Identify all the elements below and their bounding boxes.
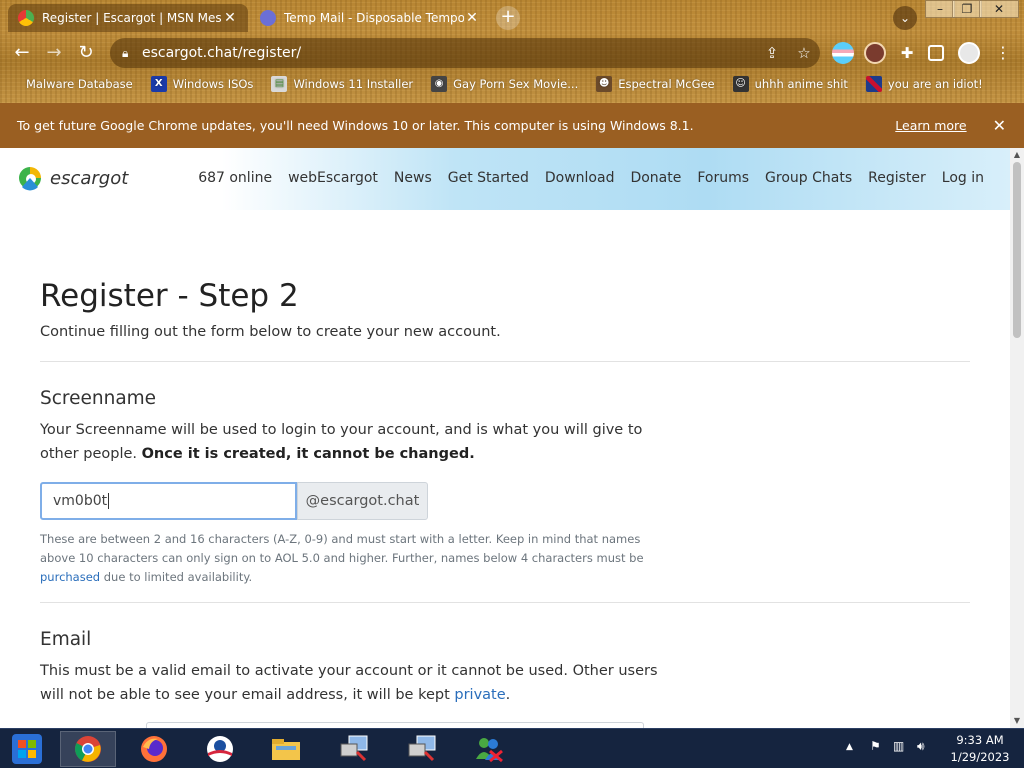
learn-more-link[interactable]: Learn more [895, 118, 966, 133]
temp-mail-favicon-icon [260, 10, 276, 26]
volume-icon[interactable]: 🔊︎ [917, 739, 925, 754]
bookmark-malware-database[interactable]: Malware Database [16, 76, 133, 92]
text-cursor [108, 493, 110, 509]
taskbar-obama-app[interactable] [192, 731, 248, 767]
lock-icon[interactable]: 🔒︎ [122, 46, 142, 61]
bookmark-icon [16, 76, 20, 92]
start-button[interactable] [0, 731, 54, 767]
screenname-domain-suffix: @escargot.chat [297, 482, 428, 520]
side-panel-icon[interactable] [928, 45, 944, 61]
escargot-logo-icon [18, 165, 42, 191]
site-favicon-icon: ☻ [596, 76, 613, 92]
screenname-description: Your Screenname will be used to login to… [40, 422, 643, 462]
site-logo[interactable]: escargot [18, 165, 128, 191]
scrollbar-thumb[interactable] [1013, 162, 1021, 338]
browser-chrome: Register | Escargot | MSN Messe ✕ Temp M… [0, 0, 1024, 103]
taskbar-app-1[interactable] [326, 731, 382, 767]
tab-temp-mail[interactable]: Temp Mail - Disposable Temporar ✕ [252, 4, 488, 32]
private-link[interactable]: private [454, 687, 505, 703]
extension-avatar-icon[interactable] [864, 42, 886, 64]
nav-donate[interactable]: Donate [630, 170, 681, 186]
page-viewport: escargot 687 online webEscargot News Get… [0, 148, 1024, 728]
purchased-link[interactable]: purchased [40, 570, 100, 584]
nav-forums[interactable]: Forums [697, 170, 749, 186]
taskbar-file-explorer[interactable] [258, 731, 314, 767]
page-scrollbar[interactable]: ▲ ▼ [1010, 148, 1024, 728]
image-icon: ▤ [271, 76, 288, 92]
page-lead: Continue filling out the form below to c… [40, 324, 501, 340]
bookmark-movie[interactable]: ◉ Gay Porn Sex Movie... [431, 76, 578, 92]
scroll-down-icon[interactable]: ▼ [1010, 715, 1024, 727]
scroll-up-icon[interactable]: ▲ [1010, 149, 1024, 161]
nav-online-count[interactable]: 687 online [198, 170, 272, 186]
bookmarks-bar: Malware Database X Windows ISOs ▤ Windows … [0, 72, 1024, 96]
taskbar-app-2[interactable] [394, 731, 450, 767]
taskbar-firefox[interactable] [126, 731, 182, 767]
logo-text: escargot [50, 167, 129, 189]
site-header: escargot 687 online webEscargot News Get… [0, 148, 1010, 210]
extensions-puzzle-icon[interactable]: ✚ [896, 42, 918, 64]
divider [40, 602, 970, 603]
bookmark-you-are-an-idiot[interactable]: you are an idiot! [865, 76, 983, 92]
back-icon[interactable]: ← [9, 40, 35, 66]
page-title: Register - Step 2 [40, 278, 299, 314]
nav-group-chats[interactable]: Group Chats [765, 170, 852, 186]
taskbar-msn-messenger[interactable] [460, 731, 516, 767]
divider [40, 361, 970, 362]
infobar-message: To get future Google Chrome updates, you… [17, 118, 694, 133]
share-icon[interactable]: ⇪ [756, 44, 788, 62]
forward-icon[interactable]: → [41, 40, 67, 66]
nav-log-in[interactable]: Log in [942, 170, 984, 186]
bookmark-windows-11-installer[interactable]: ▤ Windows 11 Installer [271, 76, 413, 92]
tab-register[interactable]: Register | Escargot | MSN Messe ✕ [8, 4, 248, 32]
update-infobar: To get future Google Chrome updates, you… [0, 103, 1024, 148]
nav-register[interactable]: Register [868, 170, 926, 186]
maximize-button[interactable]: ❐ [952, 0, 982, 18]
escargot-favicon-icon [18, 10, 34, 26]
nav-news[interactable]: News [394, 170, 432, 186]
bookmark-anime[interactable]: ☺ uhhh anime shit [732, 76, 848, 92]
taskbar-chrome[interactable] [60, 731, 116, 767]
network-icon[interactable]: ▥ [893, 739, 904, 753]
profile-icon[interactable] [958, 42, 980, 64]
nav-get-started[interactable]: Get Started [448, 170, 529, 186]
tab-search-icon[interactable]: ⌄ [893, 6, 917, 30]
minimize-button[interactable]: – [925, 0, 955, 18]
close-tab-icon[interactable]: ✕ [464, 10, 480, 26]
site-favicon-icon: ☺ [732, 76, 749, 92]
bookmark-star-icon[interactable]: ☆ [788, 44, 820, 62]
close-window-button[interactable]: ✕ [979, 0, 1019, 18]
close-tab-icon[interactable]: ✕ [222, 10, 238, 26]
show-hidden-icons-icon[interactable]: ▲ [846, 742, 853, 752]
taskbar-clock[interactable]: 9:33 AM 1/29/2023 [946, 732, 1014, 766]
action-center-flag-icon[interactable]: ⚑ [870, 739, 881, 753]
tab-title: Register | Escargot | MSN Messe [42, 11, 222, 25]
reload-icon[interactable]: ↻ [73, 40, 99, 66]
nav-download[interactable]: Download [545, 170, 615, 186]
screenname-help: These are between 2 and 16 characters (A… [40, 532, 644, 584]
screenname-warning: Once it is created, it cannot be changed… [141, 446, 475, 462]
site-favicon-icon: ◉ [431, 76, 448, 92]
address-bar[interactable]: 🔒︎ escargot.chat/register/ ⇪ ☆ [110, 38, 820, 68]
nav-webescargot[interactable]: webEscargot [288, 170, 378, 186]
email-heading: Email [40, 629, 92, 650]
close-infobar-icon[interactable]: ✕ [993, 116, 1006, 135]
tab-title: Temp Mail - Disposable Temporar [284, 11, 464, 25]
bookmark-espectral-mcgee[interactable]: ☻ Espectral McGee [596, 76, 715, 92]
email-description: This must be a valid email to activate y… [40, 663, 658, 703]
bookmark-windows-isos[interactable]: X Windows ISOs [150, 76, 253, 92]
extension-flag-icon[interactable] [832, 42, 854, 64]
screenname-input[interactable]: vm0b0t [40, 482, 297, 520]
site-nav: 687 online webEscargot News Get Started … [182, 170, 984, 186]
flag-icon [865, 76, 882, 92]
clock-time: 9:33 AM [956, 733, 1004, 747]
new-tab-button[interactable]: + [496, 6, 520, 30]
x-logo-icon: X [150, 76, 167, 92]
windows-taskbar: ▲ ⚑ ▥ 🔊︎ 9:33 AM 1/29/2023 [0, 728, 1024, 768]
screenname-heading: Screenname [40, 388, 157, 409]
clock-date: 1/29/2023 [950, 750, 1010, 764]
menu-kebab-icon[interactable]: ⋮ [990, 40, 1016, 66]
url-text[interactable]: escargot.chat/register/ [142, 45, 756, 61]
